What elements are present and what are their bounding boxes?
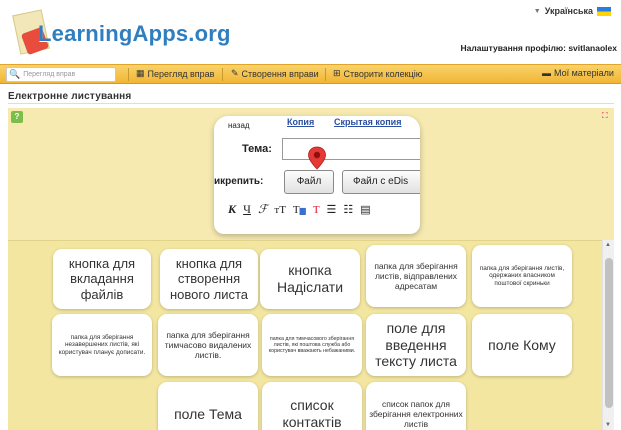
- bullet-list-icon: ☷: [343, 204, 354, 216]
- numbered-list-icon: ☰: [326, 204, 337, 216]
- answer-card[interactable]: папка для зберігання листів, відправлени…: [366, 245, 466, 307]
- fullscreen-icon[interactable]: ⛶: [602, 111, 612, 121]
- scroll-down-icon[interactable]: ▼: [605, 422, 611, 428]
- site-logo[interactable]: LearningApps.org: [12, 4, 230, 62]
- snapshot-file-edisk-button: Файл с eDis: [342, 170, 420, 194]
- snapshot-attach-label: икрепить:: [214, 176, 264, 187]
- nav-create-app[interactable]: ✎ Створення вправи: [231, 68, 319, 79]
- answer-card[interactable]: папка для зберігання незавершених листів…: [52, 314, 152, 376]
- text-color-icon: T▆: [292, 203, 306, 216]
- search-input[interactable]: 🔍 Перегляд вправ: [6, 67, 116, 82]
- page-title: Електронне листування: [8, 91, 132, 102]
- snapshot-hidden-copy-link: Скрытая копия: [334, 117, 402, 127]
- snapshot-back-link: назад: [228, 121, 250, 130]
- answer-card[interactable]: папка для тимчасового зберігання листів,…: [262, 314, 362, 376]
- answer-card[interactable]: кнопка Надіслати: [260, 249, 360, 309]
- answer-card[interactable]: список контактів: [262, 382, 362, 430]
- nav-browse-apps[interactable]: ▦ Перегляд вправ: [136, 68, 214, 79]
- collection-icon: ⊞: [333, 68, 341, 78]
- search-placeholder: Перегляд вправ: [23, 71, 76, 78]
- answer-card[interactable]: папка для зберігання листів, одержаних в…: [472, 245, 572, 307]
- grid-icon: ▦: [136, 68, 145, 78]
- answer-card[interactable]: список папок для зберігання електронних …: [366, 382, 466, 430]
- italic-icon: К: [228, 202, 237, 216]
- search-icon: 🔍: [9, 69, 21, 79]
- answer-card[interactable]: кнопка для створення нового листа: [160, 249, 258, 309]
- question-area: ? ⛶ назад Копия Скрытая копия Тема: икре…: [8, 108, 614, 240]
- indent-icon: ▤: [360, 204, 371, 216]
- nav-divider: [128, 68, 129, 81]
- language-label: Українська: [544, 6, 593, 16]
- nav-divider: [222, 68, 223, 81]
- answer-card[interactable]: поле для введення тексту листа: [366, 314, 466, 376]
- answers-scrollbar[interactable]: ▲ ▼: [602, 240, 614, 430]
- nav-divider: [325, 68, 326, 81]
- nav-browse-label: Перегляд вправ: [147, 68, 215, 79]
- pencil-icon: ✎: [231, 68, 239, 78]
- snapshot-subject-label: Тема:: [242, 143, 272, 155]
- logo-text: LearningApps.org: [38, 21, 231, 46]
- highlight-icon: T: [312, 203, 320, 216]
- snapshot-format-toolbar: К Ч ℱ тT T▆ T ☰ ☷ ▤: [228, 202, 371, 217]
- learning-app-area: ? ⛶ назад Копия Скрытая копия Тема: икре…: [8, 108, 614, 430]
- map-pin-icon[interactable]: [307, 146, 327, 170]
- nav-create-app-label: Створення вправи: [241, 68, 319, 79]
- title-divider: [8, 103, 614, 104]
- snapshot-file-button: Файл: [284, 170, 334, 194]
- help-icon[interactable]: ?: [11, 111, 23, 123]
- nav-my-materials[interactable]: ▬ Мої матеріали: [542, 68, 614, 78]
- font-size-icon: тT: [274, 203, 286, 216]
- snapshot-subject-field: [282, 138, 420, 160]
- answer-card[interactable]: поле Кому: [472, 314, 572, 376]
- nav-my-materials-label: Мої матеріали: [554, 68, 614, 78]
- answer-cards-area: кнопка для вкладання файлів кнопка для с…: [8, 240, 614, 430]
- profile-settings-link[interactable]: Налаштування профілю: svitlanaolex: [461, 43, 617, 53]
- answer-card[interactable]: кнопка для вкладання файлів: [53, 249, 151, 309]
- language-selector[interactable]: ▼ Українська: [534, 6, 611, 16]
- answer-card[interactable]: папка для зберігання тимчасово видалених…: [158, 314, 258, 376]
- nav-create-collection[interactable]: ⊞ Створити колекцію: [333, 68, 422, 79]
- site-header: LearningApps.org ▼ Українська Налаштуван…: [0, 0, 621, 64]
- caret-down-icon: ▼: [533, 7, 541, 15]
- ukraine-flag-icon: [597, 6, 611, 16]
- scroll-thumb[interactable]: [605, 258, 613, 408]
- font-icon: ℱ: [257, 202, 268, 216]
- nav-create-collection-label: Створити колекцію: [343, 68, 423, 79]
- answer-card[interactable]: поле Тема: [158, 382, 258, 430]
- email-form-screenshot: назад Копия Скрытая копия Тема: икрепить…: [214, 116, 420, 234]
- folder-icon: ▬: [542, 68, 551, 78]
- underline-icon: Ч: [243, 202, 251, 216]
- snapshot-copy-link: Копия: [287, 117, 315, 127]
- scroll-up-icon[interactable]: ▲: [605, 242, 611, 248]
- main-navbar: 🔍 Перегляд вправ ▦ Перегляд вправ ✎ Ство…: [0, 64, 621, 84]
